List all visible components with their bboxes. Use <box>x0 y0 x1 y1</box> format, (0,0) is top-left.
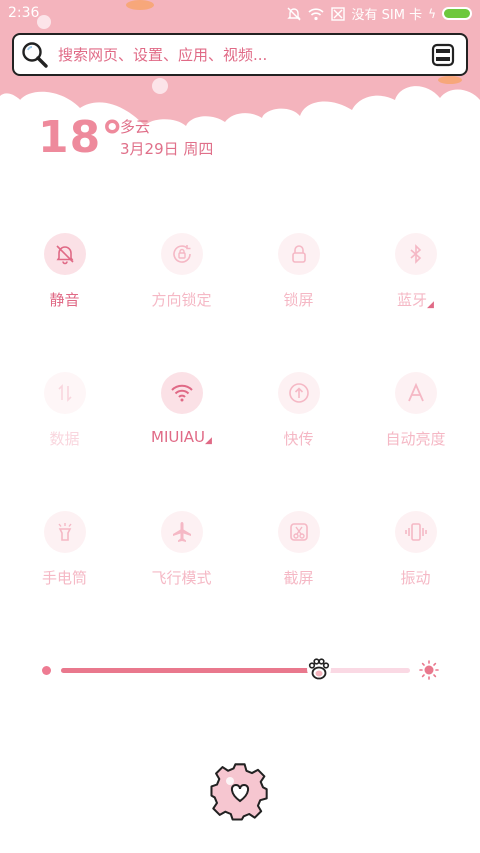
airplane-icon <box>172 522 191 542</box>
vibrate-icon <box>404 523 427 541</box>
carrier-text: 没有 SIM 卡 <box>351 8 423 23</box>
toggle-mute[interactable]: 静音 <box>6 233 123 310</box>
weather-date: 3月29日 周四 <box>120 140 214 158</box>
auto-brightness-icon <box>407 382 424 402</box>
expand-corner-icon: ◢ <box>427 300 434 310</box>
toggle-label: MIUIAU◢ <box>151 428 212 446</box>
charging-bolt-icon: ϟ <box>428 6 436 21</box>
brightness-fill <box>61 668 320 673</box>
search-bar[interactable]: 搜索网页、设置、应用、视频... <box>12 33 468 76</box>
toggle-bluetooth[interactable]: 蓝牙◢ <box>357 233 474 310</box>
toggle-auto-brightness[interactable]: 自动亮度 <box>357 372 474 449</box>
toggle-label: 方向锁定 <box>151 291 212 309</box>
status-icons: 没有 SIM 卡 ϟ <box>286 4 472 23</box>
toggle-wifi[interactable]: MIUIAU◢ <box>123 372 240 446</box>
mute-bell-icon <box>286 7 301 20</box>
status-bar: 2:36 没有 SIM 卡 ϟ <box>0 0 480 28</box>
data-arrows-icon <box>57 384 72 402</box>
toggle-label: 静音 <box>49 291 80 309</box>
toggle-label: 锁屏 <box>283 291 314 309</box>
weather-condition: 多云 <box>120 118 151 136</box>
rotation-lock-icon <box>172 245 191 263</box>
battery-icon <box>442 7 472 20</box>
bluetooth-icon <box>409 244 421 264</box>
toggle-lock-screen[interactable]: 锁屏 <box>240 233 357 310</box>
no-sim-icon <box>330 6 345 21</box>
transfer-icon <box>288 383 309 403</box>
toggle-mobile-data[interactable]: 数据 <box>6 372 123 449</box>
brightness-slider[interactable] <box>61 668 410 673</box>
settings-gear-icon[interactable] <box>209 760 271 822</box>
scan-icon[interactable] <box>430 42 456 68</box>
toggle-label: 飞行模式 <box>151 569 212 587</box>
toggle-label: 手电筒 <box>41 569 87 587</box>
toggle-label: 振动 <box>400 569 431 587</box>
status-time: 2:36 <box>8 5 40 21</box>
brightness-min-icon <box>42 666 51 675</box>
toggle-label: 截屏 <box>283 569 314 587</box>
flashlight-icon <box>57 523 72 541</box>
toggle-rotation-lock[interactable]: 方向锁定 <box>123 233 240 310</box>
toggle-label: 数据 <box>49 430 80 448</box>
toggle-label: 快传 <box>283 430 314 448</box>
toggle-airplane-mode[interactable]: 飞行模式 <box>123 511 240 588</box>
toggle-quick-transfer[interactable]: 快传 <box>240 372 357 449</box>
search-icon <box>22 41 48 68</box>
screenshot-icon <box>289 523 308 541</box>
brightness-thumb-paw-icon[interactable] <box>306 656 332 682</box>
bell-off-icon <box>55 245 74 265</box>
wifi-icon <box>170 384 193 402</box>
weather-temperature: 18° <box>38 112 125 163</box>
toggle-flashlight[interactable]: 手电筒 <box>6 511 123 588</box>
brightness-max-sun-icon <box>419 660 439 680</box>
toggle-vibrate[interactable]: 振动 <box>357 511 474 588</box>
lock-icon <box>291 245 306 263</box>
toggle-label: 蓝牙◢ <box>397 291 434 310</box>
wifi-icon <box>307 7 324 20</box>
expand-corner-icon: ◢ <box>205 436 212 446</box>
search-input[interactable]: 搜索网页、设置、应用、视频... <box>58 44 430 65</box>
toggle-screenshot[interactable]: 截屏 <box>240 511 357 588</box>
toggle-label: 自动亮度 <box>385 430 446 448</box>
